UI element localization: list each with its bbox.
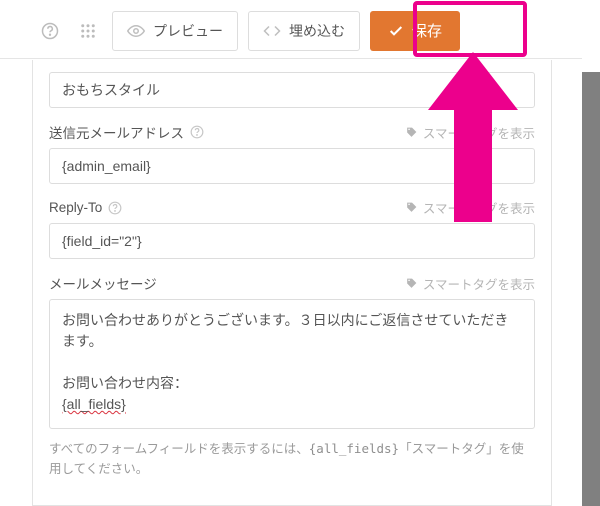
smart-tags-toggle[interactable]: スマートタグを表示 bbox=[405, 198, 535, 217]
apps-grid-icon[interactable] bbox=[74, 17, 102, 45]
message-label: メールメッセージ bbox=[49, 273, 157, 293]
preview-label: プレビュー bbox=[153, 21, 223, 41]
sender-name-input[interactable] bbox=[49, 72, 535, 108]
embed-button[interactable]: 埋め込む bbox=[248, 11, 360, 51]
message-textarea[interactable]: お問い合わせありがとうございます。３日以内にご返信させていただきます。 お問い合… bbox=[49, 299, 535, 429]
smart-tags-toggle[interactable]: スマートタグを表示 bbox=[405, 274, 535, 293]
from-email-label: 送信元メールアドレス bbox=[49, 122, 204, 142]
tag-icon bbox=[405, 126, 418, 139]
embed-label: 埋め込む bbox=[289, 21, 345, 41]
hint-text: すべてのフォームフィールドを表示するには、{all_fields}「スマートタグ… bbox=[49, 439, 535, 479]
help-icon[interactable] bbox=[108, 201, 122, 215]
tag-icon bbox=[405, 201, 418, 214]
eye-icon bbox=[127, 22, 145, 40]
help-icon[interactable] bbox=[36, 17, 64, 45]
help-icon[interactable] bbox=[190, 125, 204, 139]
right-gutter bbox=[582, 72, 600, 506]
tag-icon bbox=[405, 277, 418, 290]
preview-button[interactable]: プレビュー bbox=[112, 11, 238, 51]
all-fields-token: {all_fields} bbox=[62, 396, 126, 412]
code-icon bbox=[263, 22, 281, 40]
settings-panel: 送信元メールアドレス スマートタグを表示 Reply-To bbox=[32, 60, 552, 506]
save-button[interactable]: 保存 bbox=[370, 11, 460, 51]
from-email-input[interactable] bbox=[49, 148, 535, 184]
smart-tags-toggle[interactable]: スマートタグを表示 bbox=[405, 123, 535, 142]
reply-to-input[interactable] bbox=[49, 223, 535, 259]
toolbar: プレビュー 埋め込む 保存 bbox=[0, 3, 582, 59]
save-label: 保存 bbox=[412, 20, 442, 41]
reply-to-label: Reply-To bbox=[49, 200, 122, 215]
check-icon bbox=[388, 23, 404, 39]
